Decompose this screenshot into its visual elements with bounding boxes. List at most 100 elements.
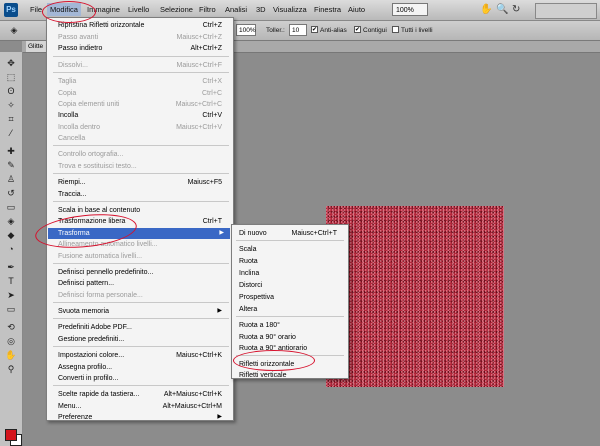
menu-separator (53, 346, 229, 347)
modifica-menu-item[interactable]: Trova e sostituisci testo... (58, 161, 228, 172)
modifica-menu-item[interactable]: Definisci forma personale... (58, 290, 228, 301)
contiguous-checkbox[interactable]: ✔ (354, 26, 361, 33)
modifica-menu-item[interactable]: Scelte rapide da tastiera... Alt+Maiusc+C… (58, 389, 228, 400)
modifica-menu-item[interactable]: Ripristina Rifletti orizzontale Ctrl+Z (58, 20, 228, 31)
paint-bucket-icon[interactable]: ◈ (8, 25, 20, 36)
tolerance-field[interactable]: 10 (289, 24, 307, 36)
foreground-color-swatch[interactable] (5, 429, 17, 441)
crop-tool-icon[interactable]: ⌗ (5, 114, 17, 125)
magic-wand-tool-icon[interactable]: ✧ (5, 100, 17, 111)
3d-orbit-tool-icon[interactable]: ◎ (5, 336, 17, 347)
modifica-menu-item[interactable]: Trasforma ▶ (48, 228, 230, 239)
marquee-tool-icon[interactable]: ⬚ (5, 72, 17, 83)
healing-brush-tool-icon[interactable]: ✚ (5, 146, 17, 157)
trasforma-submenu-item[interactable]: Prospettiva (239, 292, 345, 303)
history-brush-tool-icon[interactable]: ↺ (5, 188, 17, 199)
eyedropper-tool-icon[interactable]: ⁄ (5, 128, 17, 139)
modifica-menu-item[interactable]: Allineamento automatico livelli... (58, 239, 228, 250)
modifica-menu-item[interactable]: Impostazioni colore... Maiusc+Ctrl+K (58, 350, 228, 361)
zoom-tool-icon[interactable]: 🔍 (496, 4, 508, 16)
modifica-menu-item[interactable]: Riempi... Maiusc+F5 (58, 177, 228, 188)
clone-stamp-tool-icon[interactable]: ♙ (5, 174, 17, 185)
menu-3d[interactable]: 3D (256, 5, 266, 14)
menu-item-shortcut: Ctrl+X (202, 78, 222, 85)
trasforma-submenu-item[interactable]: Rifletti orizzontale (239, 359, 345, 370)
trasforma-submenu-item[interactable]: Ruota (239, 256, 345, 267)
move-tool-icon[interactable]: ✥ (5, 58, 17, 69)
modifica-menu-item[interactable]: Dissolvi... Maiusc+Ctrl+F (58, 60, 228, 71)
shape-tool-icon[interactable]: ▭ (5, 304, 17, 315)
paint-bucket-tool-icon[interactable]: ◈ (5, 216, 17, 227)
dodge-tool-icon[interactable]: ◔ (5, 244, 17, 255)
modifica-dropdown-menu: Ripristina Rifletti orizzontale Ctrl+Z Pas… (46, 17, 234, 421)
menu-item-label: Trasformazione libera (58, 218, 126, 225)
modifica-menu-item[interactable]: Predefiniti Adobe PDF... (58, 322, 228, 333)
menu-immagine[interactable]: Immagine (87, 5, 120, 14)
menu-selezione[interactable]: Selezione (160, 5, 193, 14)
modifica-menu-item[interactable]: Preferenze ▶ (58, 412, 228, 423)
modifica-menu-item[interactable]: Svuota memoria ▶ (58, 306, 228, 317)
trasforma-submenu-item[interactable]: Di nuovo Maiusc+Ctrl+T (239, 228, 345, 239)
trasforma-submenu-item[interactable]: Inclina (239, 268, 345, 279)
all-layers-checkbox[interactable] (392, 26, 399, 33)
menu-file[interactable]: File (30, 5, 42, 14)
zoom-tool-icon[interactable]: ⚲ (5, 364, 17, 375)
trasforma-submenu-item[interactable]: Scala (239, 244, 345, 255)
modifica-menu-item[interactable]: Passo indietro Alt+Ctrl+Z (58, 43, 228, 54)
opacity-field[interactable]: 100% (236, 24, 256, 36)
modifica-menu-item[interactable]: Definisci pattern... (58, 278, 228, 289)
trasforma-submenu-item[interactable]: Rifletti verticale (239, 370, 345, 381)
modifica-menu-item[interactable]: Controllo ortografia... (58, 149, 228, 160)
modifica-menu-item[interactable]: Copia Ctrl+C (58, 88, 228, 99)
modifica-menu-item[interactable]: Incolla Ctrl+V (58, 110, 228, 121)
modifica-menu-item[interactable]: Assegna profilo... (58, 362, 228, 373)
brush-tool-icon[interactable]: ✎ (5, 160, 17, 171)
menu-item-label: Predefiniti Adobe PDF... (58, 324, 132, 331)
menu-aiuto[interactable]: Aiuto (348, 5, 365, 14)
menu-visualizza[interactable]: Visualizza (273, 5, 307, 14)
menu-livello[interactable]: Livello (128, 5, 149, 14)
rotate-view-icon[interactable]: ↻ (512, 4, 520, 16)
path-selection-tool-icon[interactable]: ➤ (5, 290, 17, 301)
type-tool-icon[interactable]: T (5, 276, 17, 287)
modifica-menu-item[interactable]: Copia elementi uniti Maiusc+Ctrl+C (58, 99, 228, 110)
hand-tool-icon[interactable]: ✋ (5, 350, 17, 361)
modifica-menu-item[interactable]: Incolla dentro Maiusc+Ctrl+V (58, 122, 228, 133)
3d-rotate-tool-icon[interactable]: ⟲ (5, 322, 17, 333)
blur-tool-icon[interactable]: ◆ (5, 230, 17, 241)
tolerance-label: Toller.: (266, 27, 285, 34)
glitter-canvas-image[interactable] (326, 206, 504, 387)
menu-modifica[interactable]: Modifica (47, 3, 81, 16)
trasforma-submenu-item[interactable]: Ruota a 180° (239, 320, 345, 331)
modifica-menu-item[interactable]: Definisci pennello predefinito... (58, 267, 228, 278)
modifica-menu-item[interactable]: Traccia... (58, 189, 228, 200)
submenu-item-label: Rifletti orizzontale (239, 361, 295, 368)
pen-tool-icon[interactable]: ✒ (5, 262, 17, 273)
submenu-item-label: Distorci (239, 282, 263, 289)
trasforma-submenu-item[interactable]: Distorci (239, 280, 345, 291)
zoom-level-field[interactable]: 100% (392, 3, 428, 16)
modifica-menu-item[interactable]: Converti in profilo... (58, 373, 228, 384)
hand-tool-icon[interactable]: ✋ (480, 4, 492, 16)
trasforma-submenu-item[interactable]: Ruota a 90° antiorario (239, 343, 345, 354)
modifica-menu-item[interactable]: Gestione predefiniti... (58, 334, 228, 345)
modifica-menu-item[interactable]: Menu... Alt+Maiusc+Ctrl+M (58, 401, 228, 412)
modifica-menu-item[interactable]: Scala in base al contenuto (58, 205, 228, 216)
modifica-menu-item[interactable]: Taglia Ctrl+X (58, 76, 228, 87)
trasforma-submenu-item[interactable]: Ruota a 90° orario (239, 332, 345, 343)
modifica-menu-item[interactable]: Cancella (58, 133, 228, 144)
eraser-tool-icon[interactable]: ▭ (5, 202, 17, 213)
submenu-item-label: Di nuovo (239, 230, 267, 237)
menu-item-shortcut: Maiusc+F5 (187, 179, 222, 186)
menu-analisi[interactable]: Analisi (225, 5, 247, 14)
antialias-checkbox[interactable]: ✔ (311, 26, 318, 33)
submenu-item-shortcut: Maiusc+Ctrl+T (291, 230, 337, 237)
menu-filtro[interactable]: Filtro (199, 5, 216, 14)
modifica-menu-item[interactable]: Trasformazione libera Ctrl+T (58, 216, 228, 227)
modifica-menu-item[interactable]: Fusione automatica livelli... (58, 251, 228, 262)
menu-finestra[interactable]: Finestra (314, 5, 341, 14)
trasforma-submenu-item[interactable]: Altera (239, 304, 345, 315)
lasso-tool-icon[interactable]: ʘ (5, 86, 17, 97)
workspace-switcher-button[interactable] (535, 3, 597, 19)
modifica-menu-item[interactable]: Passo avanti Maiusc+Ctrl+Z (58, 32, 228, 43)
